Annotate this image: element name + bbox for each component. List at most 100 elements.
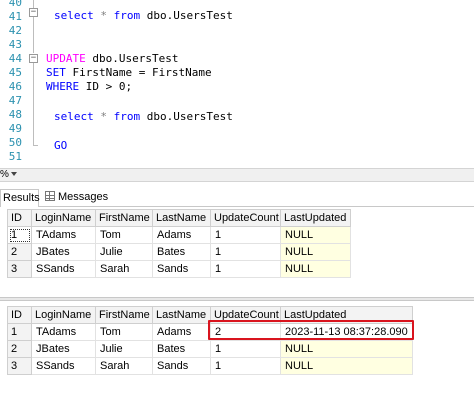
object-name: dbo.UsersTest <box>146 110 233 123</box>
keyword: select <box>54 9 94 22</box>
table-row[interactable]: 2 JBates Julie Bates 1 NULL <box>7 243 351 261</box>
grid-cell[interactable]: Julie <box>95 340 153 358</box>
results-tab-bar: Results Messages <box>0 187 474 207</box>
line-number: 45 <box>8 66 22 79</box>
fold-guide <box>33 17 34 53</box>
grid-header-row: ID LoginName FirstName LastName UpdateCo… <box>7 209 351 227</box>
sql-editor[interactable]: 40 41 42 43 44 45 46 47 48 49 50 51 − − … <box>0 0 474 168</box>
column-header[interactable]: LastUpdated <box>280 306 413 324</box>
column-header[interactable]: ID <box>7 306 32 324</box>
grid-cell[interactable]: 1 <box>210 243 281 261</box>
keyword: WHERE <box>46 80 80 93</box>
row-number-cell[interactable]: 1 <box>7 226 32 244</box>
keyword: from <box>113 110 141 123</box>
code-line-go: GO <box>54 139 67 153</box>
row-number-cell[interactable]: 1 <box>7 323 32 341</box>
line-number: 41 <box>8 10 22 23</box>
null-cell[interactable]: NULL <box>280 243 351 261</box>
code-text: FirstName = FirstName <box>72 66 212 79</box>
line-number: 51 <box>8 150 22 163</box>
line-number: 49 <box>8 122 22 135</box>
grid-cell[interactable]: Sarah <box>95 357 153 375</box>
grid-cell[interactable]: 1 <box>210 226 281 244</box>
line-number: 43 <box>8 38 22 51</box>
tab-messages[interactable]: Messages <box>41 189 111 207</box>
grid-cell[interactable]: SSands <box>31 357 96 375</box>
column-header[interactable]: UpdateCount <box>210 209 281 227</box>
column-header[interactable]: FirstName <box>95 306 153 324</box>
fold-collapse-icon[interactable]: − <box>29 8 38 17</box>
keyword: select <box>54 110 94 123</box>
code-line-select: select * from dbo.UsersTest <box>54 110 233 124</box>
grid-cell[interactable]: Sands <box>152 260 211 278</box>
table-row[interactable]: 3 SSands Sarah Sands 1 NULL <box>7 260 351 278</box>
results-grid-1: ID LoginName FirstName LastName UpdateCo… <box>7 209 351 278</box>
code-line-update: UPDATE dbo.UsersTest <box>46 52 178 66</box>
column-header[interactable]: LoginName <box>31 306 96 324</box>
line-number: 48 <box>8 108 22 121</box>
grid-cell[interactable]: Tom <box>95 323 153 341</box>
line-number: 40 <box>8 0 22 9</box>
line-number: 46 <box>8 80 22 93</box>
table-row[interactable]: 1 TAdams Tom Adams 1 NULL <box>7 226 351 244</box>
row-number-cell[interactable]: 3 <box>7 260 32 278</box>
code-text: ID > 0; <box>85 80 133 93</box>
results-grid-2: ID LoginName FirstName LastName UpdateCo… <box>7 306 413 375</box>
null-cell[interactable]: NULL <box>280 340 413 358</box>
tab-results[interactable]: Results <box>0 189 40 207</box>
code-line-select: select * from dbo.UsersTest <box>54 9 233 23</box>
column-header[interactable]: FirstName <box>95 209 153 227</box>
column-header[interactable]: LoginName <box>31 209 96 227</box>
zoom-dropdown-icon[interactable] <box>11 172 17 176</box>
line-number-gutter: 40 41 42 43 44 45 46 47 48 49 50 51 <box>0 0 26 168</box>
operator: * <box>100 9 107 22</box>
column-header[interactable]: LastUpdated <box>280 209 351 227</box>
line-number: 47 <box>8 94 22 107</box>
messages-icon <box>45 191 55 201</box>
grid-cell[interactable]: Sands <box>152 357 211 375</box>
table-row[interactable]: 1 TAdams Tom Adams 2 2023-11-13 08:37:28… <box>7 323 413 341</box>
column-header[interactable]: UpdateCount <box>210 306 281 324</box>
table-row[interactable]: 2 JBates Julie Bates 1 NULL <box>7 340 413 358</box>
keyword: GO <box>54 139 68 152</box>
grid-cell[interactable]: Adams <box>152 323 211 341</box>
grid-cell[interactable]: 1 <box>210 260 281 278</box>
grid-cell[interactable]: Julie <box>95 243 153 261</box>
row-number-cell[interactable]: 3 <box>7 357 32 375</box>
column-header[interactable]: LastName <box>152 209 211 227</box>
grid-cell[interactable]: Bates <box>152 243 211 261</box>
grid-header-row: ID LoginName FirstName LastName UpdateCo… <box>7 306 413 324</box>
null-cell[interactable]: NULL <box>280 226 351 244</box>
column-header[interactable]: ID <box>7 209 32 227</box>
grid-cell[interactable]: JBates <box>31 340 96 358</box>
zoom-level[interactable]: % <box>0 169 9 181</box>
keyword: from <box>113 9 141 22</box>
row-number-cell[interactable]: 2 <box>7 340 32 358</box>
row-number-cell[interactable]: 2 <box>7 243 32 261</box>
table-row[interactable]: 3 SSands Sarah Sands 1 NULL <box>7 357 413 375</box>
grid-cell[interactable]: Adams <box>152 226 211 244</box>
grid-cell[interactable]: Tom <box>95 226 153 244</box>
zoom-bar: % <box>0 168 474 182</box>
results-pane-splitter[interactable] <box>0 297 474 301</box>
grid-cell[interactable]: 2 <box>210 323 281 341</box>
grid-cell[interactable]: 2023-11-13 08:37:28.090 <box>280 323 413 341</box>
grid-cell[interactable]: 1 <box>210 340 281 358</box>
tab-messages-label: Messages <box>58 191 109 203</box>
keyword: UPDATE <box>46 52 86 65</box>
grid-cell[interactable]: Sarah <box>95 260 153 278</box>
tab-results-label: Results <box>3 192 40 204</box>
line-number: 44 <box>8 52 22 65</box>
object-name: dbo.UsersTest <box>146 9 233 22</box>
line-number: 50 <box>8 136 22 149</box>
grid-cell[interactable]: SSands <box>31 260 96 278</box>
grid-cell[interactable]: TAdams <box>31 323 96 341</box>
grid-cell[interactable]: TAdams <box>31 226 96 244</box>
null-cell[interactable]: NULL <box>280 260 351 278</box>
grid-cell[interactable]: 1 <box>210 357 281 375</box>
grid-cell[interactable]: Bates <box>152 340 211 358</box>
fold-collapse-icon[interactable]: − <box>29 54 38 63</box>
column-header[interactable]: LastName <box>152 306 211 324</box>
null-cell[interactable]: NULL <box>280 357 413 375</box>
grid-cell[interactable]: JBates <box>31 243 96 261</box>
